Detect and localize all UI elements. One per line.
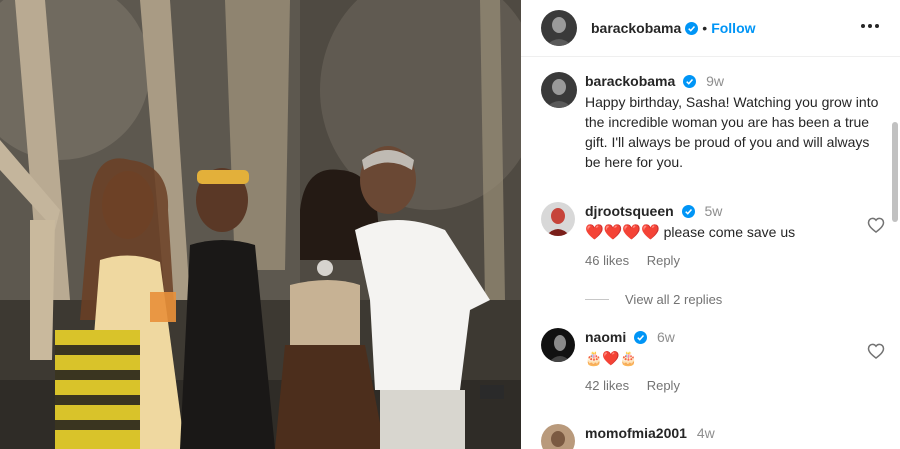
verified-badge-icon: [634, 331, 648, 344]
verified-badge-icon: [683, 75, 697, 88]
commenter-username[interactable]: naomi: [585, 329, 626, 345]
caption-username[interactable]: barackobama: [585, 73, 675, 89]
comment-likes[interactable]: 42 likes: [585, 378, 629, 393]
commenter-avatar[interactable]: [541, 424, 575, 449]
heart-outline-icon[interactable]: [866, 215, 886, 235]
comments-list[interactable]: barackobama 9w Happy birthday, Sasha! Wa…: [521, 58, 900, 449]
reply-button[interactable]: Reply: [647, 378, 680, 393]
caption-avatar[interactable]: [541, 72, 577, 108]
post-detail-panel: barackobama • Follow barackobama 9w Happ…: [521, 0, 900, 449]
comment-likes[interactable]: 46 likes: [585, 253, 629, 268]
view-replies-button[interactable]: View all 2 replies: [585, 292, 722, 307]
view-replies-label: View all 2 replies: [625, 292, 723, 307]
author-avatar[interactable]: [541, 10, 577, 46]
replies-divider: [585, 299, 609, 300]
verified-badge-icon: [685, 21, 699, 35]
reply-button[interactable]: Reply: [647, 253, 680, 268]
comment-time[interactable]: 4w: [697, 425, 715, 441]
commenter-username[interactable]: djrootsqueen: [585, 203, 674, 219]
commenter-username[interactable]: momofmia2001: [585, 425, 687, 441]
comment-time[interactable]: 6w: [657, 329, 675, 345]
family-photo-illustration: [0, 0, 521, 449]
heart-emoji-icon: ❤️❤️❤️❤️: [585, 224, 660, 241]
author-username[interactable]: barackobama: [591, 20, 681, 36]
post-header: barackobama • Follow: [521, 0, 900, 57]
more-options-icon[interactable]: [858, 14, 882, 38]
verified-badge-icon: [681, 205, 695, 218]
caption-text: Happy birthday, Sasha! Watching you grow…: [585, 94, 879, 170]
separator-dot: •: [702, 20, 708, 36]
follow-button[interactable]: Follow: [711, 20, 755, 36]
caption-time[interactable]: 9w: [706, 73, 724, 89]
comments-scrollbar[interactable]: [892, 122, 898, 222]
cake-heart-emoji-icon: 🎂❤️🎂: [585, 350, 638, 366]
post-photo[interactable]: [0, 0, 521, 449]
comment-time[interactable]: 5w: [704, 203, 722, 219]
commenter-avatar[interactable]: [541, 202, 575, 236]
commenter-avatar[interactable]: [541, 328, 575, 362]
comment-text: please come save us: [663, 224, 796, 240]
heart-outline-icon[interactable]: [866, 341, 886, 361]
